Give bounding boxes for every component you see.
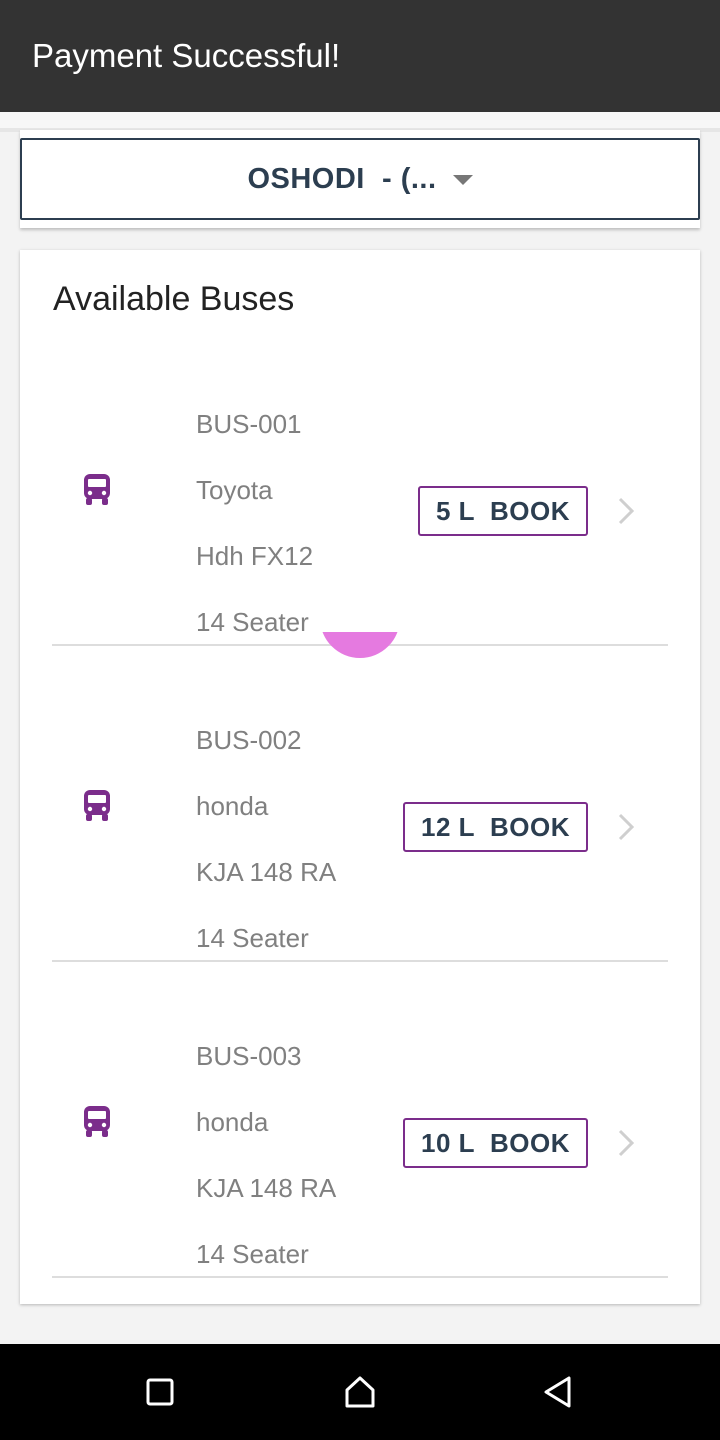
book-button[interactable]: 5 L BOOK bbox=[417, 486, 588, 536]
bus-make: honda bbox=[196, 791, 269, 821]
bus-icon bbox=[84, 474, 110, 505]
chevron-right-icon bbox=[618, 813, 635, 841]
chevron-right-icon bbox=[618, 497, 635, 525]
bus-icon bbox=[84, 1106, 110, 1137]
bus-icon bbox=[84, 790, 110, 821]
toast-message: Payment Successful! bbox=[32, 37, 341, 74]
route-select-card: OSHODI - (... bbox=[20, 130, 700, 228]
route-select[interactable]: OSHODI - (... bbox=[20, 138, 700, 220]
bus-capacity: 14 Seater bbox=[196, 923, 309, 953]
bus-list-item[interactable]: BUS-002 honda KJA 148 RA 14 Seater 12 L … bbox=[20, 646, 700, 962]
navigation-bar bbox=[0, 1344, 720, 1440]
bus-make: Toyota bbox=[196, 475, 273, 505]
bus-list-item[interactable]: BUS-003 honda KJA 148 RA 14 Seater 10 L … bbox=[20, 962, 700, 1278]
bus-capacity: 14 Seater bbox=[196, 1239, 309, 1269]
bus-plate: KJA 148 RA bbox=[196, 857, 337, 887]
chevron-right-icon bbox=[618, 1129, 635, 1157]
back-icon[interactable] bbox=[538, 1372, 578, 1412]
book-button[interactable]: 12 L BOOK bbox=[402, 802, 588, 852]
divider bbox=[52, 1276, 668, 1278]
toast-bar: Payment Successful! bbox=[0, 0, 720, 112]
caret-down-icon bbox=[452, 175, 473, 185]
bus-code: BUS-003 bbox=[196, 1041, 302, 1071]
bus-capacity: 14 Seater bbox=[196, 607, 309, 637]
bus-code: BUS-001 bbox=[196, 409, 302, 439]
available-buses-card: Available Buses BUS-001 Toyota Hdh FX12 … bbox=[20, 250, 700, 1304]
bus-list-item[interactable]: BUS-001 Toyota Hdh FX12 14 Seater 5 L BO… bbox=[20, 330, 700, 646]
recent-apps-icon[interactable] bbox=[140, 1372, 180, 1412]
bus-plate: KJA 148 RA bbox=[196, 1173, 337, 1203]
bus-make: honda bbox=[196, 1107, 269, 1137]
bus-code: BUS-002 bbox=[196, 725, 302, 755]
home-icon[interactable] bbox=[340, 1372, 380, 1412]
card-title: Available Buses bbox=[53, 280, 295, 318]
route-select-value: OSHODI - (... bbox=[247, 162, 437, 195]
bus-plate: Hdh FX12 bbox=[196, 541, 314, 571]
book-button[interactable]: 10 L BOOK bbox=[402, 1118, 588, 1168]
